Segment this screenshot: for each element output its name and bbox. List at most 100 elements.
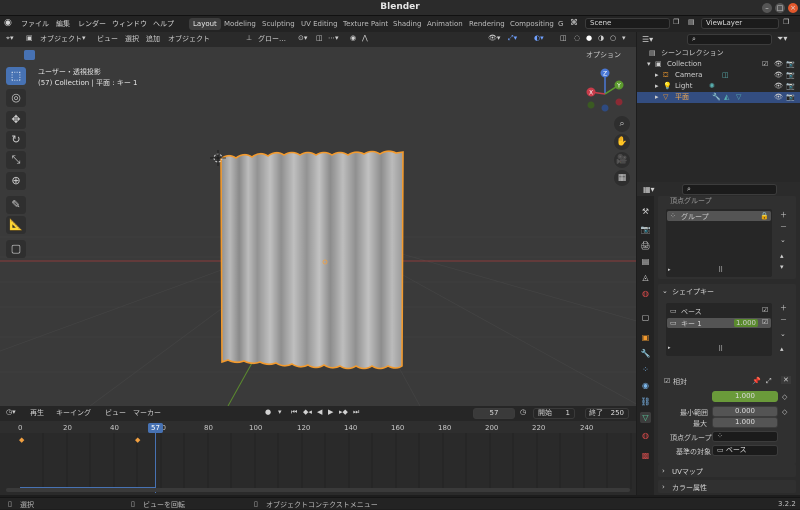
- workspace-tab-animation[interactable]: Animation: [423, 18, 467, 30]
- select-invert-icon[interactable]: [63, 50, 74, 60]
- workspace-tab-shading[interactable]: Shading: [389, 18, 425, 30]
- select-extend-icon[interactable]: [37, 50, 48, 60]
- prev-keyframe-icon[interactable]: ◆◂: [303, 408, 312, 416]
- max-field[interactable]: 1.000: [712, 417, 778, 428]
- view-layer-selector[interactable]: ViewLayer: [701, 18, 779, 29]
- add-shape-key-button[interactable]: ＋: [780, 303, 787, 313]
- scale-tool-icon[interactable]: ⤡: [6, 151, 26, 169]
- checkbox-icon[interactable]: ☑: [762, 59, 768, 70]
- playhead-line[interactable]: [155, 433, 156, 493]
- viewport-menu-select[interactable]: 選択: [125, 34, 139, 44]
- transform-orientation-icon[interactable]: ⊥: [246, 34, 252, 42]
- rotate-tool-icon[interactable]: ↻: [6, 131, 26, 149]
- viewport-menu-object[interactable]: オブジェクト: [168, 34, 210, 44]
- playhead-frame-label[interactable]: 57: [148, 423, 163, 433]
- render-camera-icon[interactable]: 📷: [786, 81, 795, 92]
- snap-icon[interactable]: ◫: [316, 34, 323, 42]
- workspace-tab-layout[interactable]: Layout: [189, 18, 221, 30]
- workspace-tab-uv-editing[interactable]: UV Editing: [297, 18, 342, 30]
- filter-icon[interactable]: ⏷▾: [777, 34, 787, 44]
- cursor-tool-icon[interactable]: ◎: [6, 89, 26, 107]
- expand-chevron-icon[interactable]: ›: [662, 483, 665, 491]
- keyframe-diamond-icon[interactable]: ◇: [782, 408, 787, 416]
- outliner-editor-icon[interactable]: ☰▾: [642, 35, 653, 44]
- add-vertex-group-button[interactable]: ＋: [780, 210, 787, 220]
- scene-tab-icon[interactable]: ◬: [640, 272, 651, 283]
- shape-key-row[interactable]: ▭ ベース ☑: [667, 306, 771, 316]
- keyframe-icon[interactable]: ▾: [278, 408, 282, 416]
- playback-menu[interactable]: 再生: [30, 408, 44, 418]
- constraints-tab-icon[interactable]: ⛓: [640, 396, 651, 407]
- shading-wireframe-icon[interactable]: ◌: [574, 34, 580, 42]
- viewport-options-button[interactable]: オプション: [586, 50, 621, 60]
- scene-copy-icon[interactable]: ❐: [673, 18, 679, 26]
- shape-key-mute-checkbox[interactable]: ☑: [762, 318, 768, 326]
- eye-icon[interactable]: 👁: [774, 81, 783, 92]
- expand-chevron-icon[interactable]: ›: [662, 467, 665, 475]
- clear-weights-icon[interactable]: ⤢: [766, 377, 772, 386]
- particles-tab-icon[interactable]: ⁘: [640, 364, 651, 375]
- expand-chevron-icon[interactable]: ▸: [655, 81, 659, 92]
- preview-range-icon[interactable]: ◷: [520, 408, 526, 416]
- xray-icon[interactable]: ◫: [560, 34, 567, 42]
- close-button[interactable]: ×: [788, 3, 798, 13]
- expand-chevron-icon[interactable]: ▸: [655, 92, 659, 103]
- shading-solid-icon[interactable]: ●: [586, 34, 592, 42]
- properties-editor-icon[interactable]: ▦▾: [643, 185, 655, 194]
- 3d-viewport[interactable]: Z X Y ユーザー・透視投影 (57) Collection | 平面 : キ…: [0, 32, 636, 406]
- uv-maps-header[interactable]: UVマップ: [672, 467, 703, 477]
- tool-tab-icon[interactable]: ⚒: [640, 206, 651, 217]
- scene-selector[interactable]: Scene: [585, 18, 670, 29]
- maximize-button[interactable]: □: [775, 3, 785, 13]
- proportional-edit-icon[interactable]: ◉: [350, 34, 356, 42]
- remove-all-icon[interactable]: ✕: [781, 376, 791, 384]
- play-reverse-icon[interactable]: ◀: [317, 408, 322, 416]
- timeline-scrollbar[interactable]: [6, 488, 630, 492]
- move-up-icon[interactable]: ▴: [780, 252, 784, 260]
- viewport-menu-add[interactable]: 追加: [146, 34, 160, 44]
- timeline-view-menu[interactable]: ビュー: [105, 408, 126, 418]
- color-attributes-header[interactable]: カラー属性: [672, 483, 707, 493]
- start-frame-field[interactable]: 1: [533, 408, 575, 419]
- expand-chevron-icon[interactable]: ▸: [655, 70, 659, 81]
- collection-tab-icon[interactable]: ▢: [640, 312, 651, 323]
- remove-vertex-group-button[interactable]: －: [780, 222, 787, 232]
- list-resize-handle[interactable]: ⠿: [718, 266, 723, 274]
- list-expand-icon[interactable]: ▸: [668, 345, 671, 351]
- select-box-tool-icon[interactable]: ⬚: [6, 67, 26, 85]
- vertex-group-field[interactable]: ⁘: [712, 431, 778, 442]
- collapse-chevron-icon[interactable]: ⌄: [662, 287, 668, 295]
- outliner-search-input[interactable]: ⌕: [687, 34, 772, 45]
- transform-orientation-selector[interactable]: グロー…: [258, 34, 286, 44]
- pivot-icon[interactable]: ⊙▾: [298, 34, 307, 42]
- timeline-editor-icon[interactable]: ◷▾: [6, 408, 16, 416]
- shape-keys-header[interactable]: シェイプキー: [672, 287, 714, 297]
- eye-icon[interactable]: 👁: [774, 59, 783, 70]
- workspace-tab-modeling[interactable]: Modeling: [220, 18, 260, 30]
- navigation-gizmo[interactable]: Z X Y: [586, 68, 624, 112]
- menu-render[interactable]: レンダー: [78, 19, 106, 29]
- camera-view-icon[interactable]: 🎥: [614, 152, 630, 168]
- keying-menu[interactable]: キーイング: [56, 408, 91, 418]
- output-tab-icon[interactable]: 🖨: [640, 240, 651, 251]
- snap-settings-icon[interactable]: ⋯▾: [328, 34, 339, 42]
- render-camera-icon[interactable]: 📷: [786, 70, 795, 81]
- workspace-tab-compositing[interactable]: Compositing: [506, 18, 558, 30]
- menu-edit[interactable]: 編集: [56, 19, 70, 29]
- vertex-groups-header[interactable]: 頂点グループ: [670, 196, 712, 206]
- physics-tab-icon[interactable]: ◉: [640, 380, 651, 391]
- viewport-menu-view[interactable]: ビュー: [97, 34, 118, 44]
- render-camera-icon[interactable]: 📷: [786, 59, 795, 70]
- next-keyframe-icon[interactable]: ▸◆: [339, 408, 348, 416]
- outliner-item-light[interactable]: ▸ 💡 Light ✺ 👁 📷: [637, 81, 800, 92]
- keyframe-diamond-icon[interactable]: ◆: [135, 436, 140, 444]
- modifier-tab-icon[interactable]: 🔧: [640, 348, 651, 359]
- range-min-field[interactable]: 0.000: [712, 406, 778, 417]
- mode-selector[interactable]: オブジェクト: [40, 34, 82, 44]
- menu-help[interactable]: ヘルプ: [153, 19, 174, 29]
- mode-chevron-icon[interactable]: ▾: [82, 34, 86, 42]
- view-layer-copy-icon[interactable]: ❐: [783, 18, 789, 26]
- jump-end-icon[interactable]: ⏭: [353, 408, 359, 417]
- view-layer-tab-icon[interactable]: ▤: [640, 256, 651, 267]
- play-icon[interactable]: ▶: [328, 408, 333, 416]
